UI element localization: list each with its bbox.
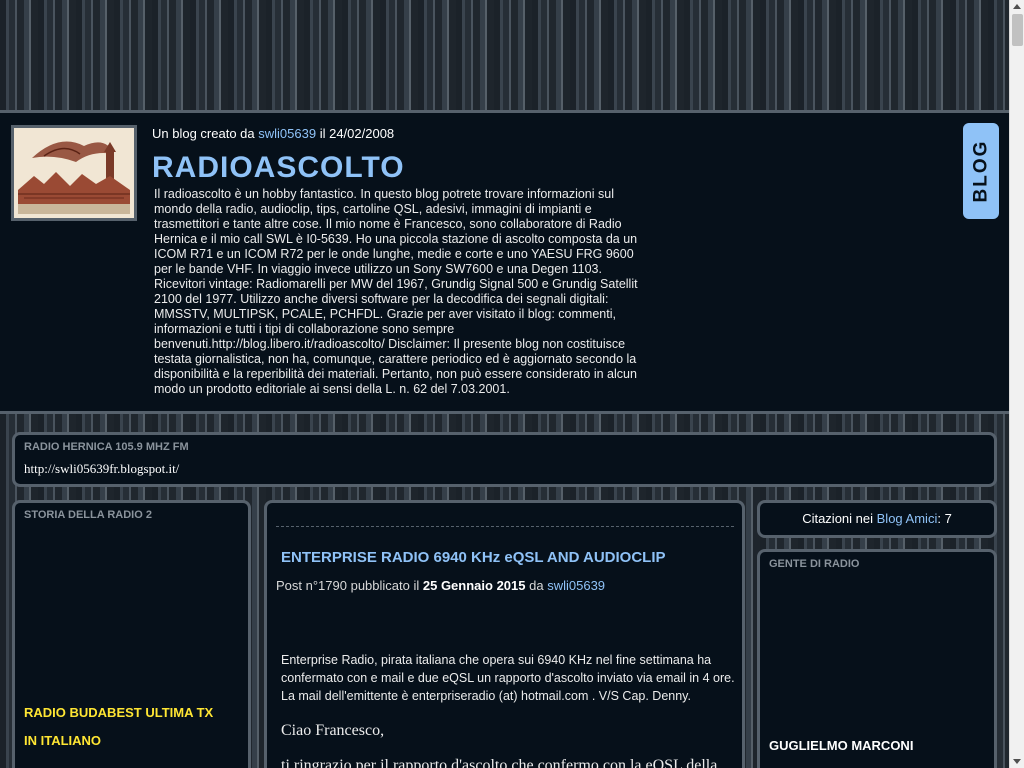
post-body-2: ti ringrazio per il rapporto d'ascolto c… xyxy=(281,757,718,768)
scroll-up-arrow-icon[interactable] xyxy=(1013,4,1021,9)
post-body: Enterprise Radio, pirata italiana che op… xyxy=(281,653,735,703)
post-author-link[interactable]: swli05639 xyxy=(547,578,605,593)
author-link[interactable]: swli05639 xyxy=(258,126,316,141)
engraving-illustration-icon xyxy=(14,128,134,218)
guglielmo-marconi-item[interactable]: GUGLIELMO MARCONI xyxy=(769,738,913,753)
citations-panel: Citazioni nei Blog Amici: 7 xyxy=(757,500,997,538)
blog-description: Il radioascolto è un hobby fantastico. I… xyxy=(154,187,638,396)
post-divider xyxy=(276,526,734,527)
storia-della-radio-title: STORIA DELLA RADIO 2 xyxy=(24,509,152,521)
citations-text: Citazioni nei Blog Amici: 7 xyxy=(760,511,994,526)
radio-hernica-panel: RADIO HERNICA 105.9 MHZ FM http://swli05… xyxy=(12,432,997,487)
post-greeting: Ciao Francesco, xyxy=(281,722,385,739)
page-scrollbar[interactable] xyxy=(1009,0,1024,768)
post-title[interactable]: ENTERPRISE RADIO 6940 KHz eQSL AND AUDIO… xyxy=(281,549,666,566)
blog-badge-label: BLOG xyxy=(970,139,992,203)
budapest-line-2[interactable]: IN ITALIANO xyxy=(24,733,101,748)
blog-avatar-image[interactable] xyxy=(11,125,137,221)
storia-della-radio-panel: STORIA DELLA RADIO 2 RADIO BUDABEST ULTI… xyxy=(12,500,251,768)
citations-prefix: Citazioni nei xyxy=(802,511,874,526)
scroll-down-arrow-icon[interactable] xyxy=(1013,759,1021,764)
radio-hernica-url[interactable]: http://swli05639fr.blogspot.it/ xyxy=(24,461,179,477)
post-date: 25 Gennaio 2015 xyxy=(422,578,526,593)
post-meta-by: da xyxy=(529,578,544,593)
created-prefix: Un blog creato da xyxy=(152,126,255,141)
scroll-thumb[interactable] xyxy=(1012,14,1023,46)
post-meta: Post n°1790 pubblicato il 25 Gennaio 201… xyxy=(276,578,605,593)
post-meta-prefix: Post n°1790 pubblicato il xyxy=(276,578,420,593)
created-date: il 24/02/2008 xyxy=(319,126,395,141)
blog-created-info: Un blog creato da swli05639 il 24/02/200… xyxy=(152,126,394,141)
blog-amici-link[interactable]: Blog Amici xyxy=(877,511,938,526)
blog-title[interactable]: RADIOASCOLTO xyxy=(152,151,405,185)
blog-badge-button[interactable]: BLOG xyxy=(963,123,999,219)
citations-count: : 7 xyxy=(937,511,952,526)
radio-hernica-title: RADIO HERNICA 105.9 MHZ FM xyxy=(24,441,189,453)
gente-di-radio-panel: GENTE DI RADIO GUGLIELMO MARCONI xyxy=(757,549,997,768)
blog-header: Un blog creato da swli05639 il 24/02/200… xyxy=(0,110,1009,414)
gente-di-radio-title: GENTE DI RADIO xyxy=(769,558,860,570)
post-panel: ENTERPRISE RADIO 6940 KHz eQSL AND AUDIO… xyxy=(264,500,745,768)
budapest-line-1[interactable]: RADIO BUDABEST ULTIMA TX xyxy=(24,705,213,720)
